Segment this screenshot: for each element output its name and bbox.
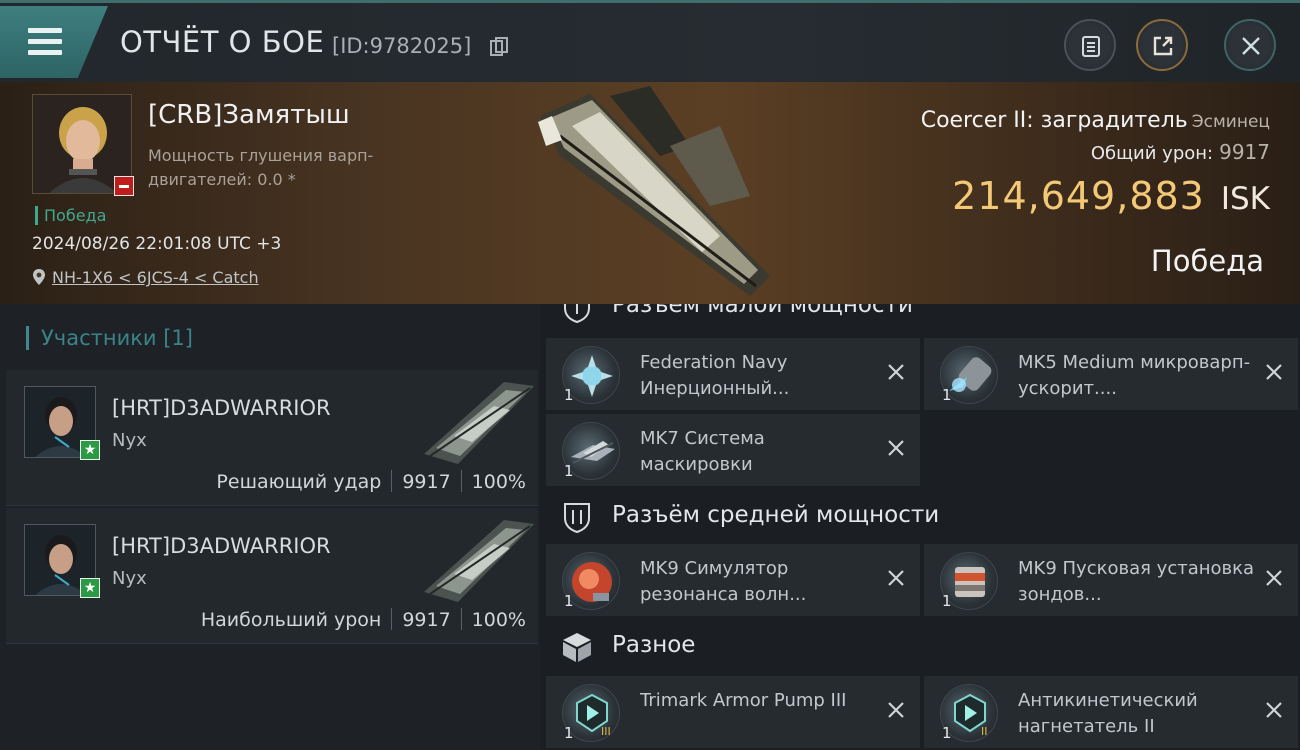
- participant-ship-image: [424, 520, 534, 602]
- report-button[interactable]: [1064, 19, 1116, 71]
- module-name: Federation Navy Инерционный...: [640, 352, 790, 399]
- section-title: Разъём средней мощности: [612, 502, 940, 528]
- mid-slot-icon: [564, 503, 590, 534]
- hamburger-icon: [28, 28, 62, 33]
- module-item[interactable]: III 1 Trimark Armor Pump III: [546, 676, 920, 748]
- result-tag: Победа: [35, 206, 106, 225]
- star-badge: ★: [80, 578, 100, 598]
- module-item[interactable]: 1 Federation Navy Инерционный...: [546, 338, 920, 410]
- kill-location[interactable]: NH-1X6 < 6JCS-4 < Catch: [32, 268, 259, 287]
- menu-button[interactable]: [0, 6, 108, 78]
- participant-name[interactable]: [HRT]D3ADWARRIOR: [112, 396, 331, 420]
- module-item[interactable]: 1 MK9 Симулятор резонанса волн...: [546, 544, 920, 616]
- participant-percent: 100%: [471, 609, 526, 631]
- svg-text:II: II: [981, 725, 988, 738]
- fitting-panel[interactable]: Разъем малой мощности 1 Federation Navy …: [540, 304, 1300, 750]
- participants-header: Участники [1]: [26, 326, 193, 350]
- participant-row[interactable]: ★ [HRT]D3ADWARRIOR Nyx Наибольший урон 99…: [6, 508, 538, 644]
- cargo-box-icon: [563, 633, 591, 662]
- participant-damage: 9917: [402, 471, 451, 493]
- destroyed-x-icon: [1266, 702, 1282, 718]
- location-link[interactable]: NH-1X6 < 6JCS-4 < Catch: [52, 268, 259, 287]
- module-quantity: 1: [942, 386, 952, 404]
- participant-role: Решающий удар: [216, 471, 382, 493]
- isk-value: 214,649,883: [952, 174, 1205, 218]
- destroyed-x-icon: [888, 440, 904, 456]
- section-title: Разъем малой мощности: [612, 304, 913, 318]
- low-slot-icon: [564, 304, 590, 324]
- module-quantity: 1: [942, 592, 952, 610]
- participant-row[interactable]: ★ [HRT]D3ADWARRIOR Nyx Решающий удар 9917…: [6, 370, 538, 506]
- module-name: MK7 Система маскировки: [640, 428, 765, 475]
- module-item[interactable]: 1 MK7 Система маскировки: [546, 414, 920, 486]
- module-name: MK9 Симулятор резонанса волн...: [640, 558, 807, 605]
- module-item[interactable]: II 1 Антикинетический нагнетатель II: [924, 676, 1298, 748]
- battle-result: Победа: [1150, 244, 1264, 278]
- total-damage-value: 9917: [1219, 140, 1270, 164]
- svg-text:III: III: [601, 725, 611, 738]
- ship-name[interactable]: Coercer II: заградитель: [921, 108, 1188, 133]
- module-name: Антикинетический нагнетатель II: [1018, 690, 1198, 737]
- copy-icon[interactable]: [490, 37, 508, 57]
- section-title: Разное: [612, 632, 696, 658]
- participant-percent: 100%: [471, 471, 526, 493]
- isk-unit: ISK: [1220, 181, 1270, 217]
- ship-class: Эсминец: [1191, 112, 1270, 132]
- close-button[interactable]: [1224, 19, 1276, 71]
- victim-name[interactable]: [CRB]Замятыш: [148, 100, 350, 130]
- module-item[interactable]: 1 MK5 Medium микроварп-ускорит....: [924, 338, 1298, 410]
- module-item[interactable]: 1 MK9 Пусковая установка зондов...: [924, 544, 1298, 616]
- total-damage-label: Общий урон:: [1090, 143, 1214, 164]
- star-badge: ★: [80, 440, 100, 460]
- module-quantity: 1: [564, 724, 574, 742]
- module-name: MK5 Medium микроварп-ускорит....: [1018, 352, 1251, 399]
- module-quantity: 1: [564, 462, 574, 480]
- destroyed-x-icon: [888, 702, 904, 718]
- module-quantity: 1: [942, 724, 952, 742]
- share-icon: [1153, 36, 1173, 56]
- warp-scramble-label: Мощность глушения варп-двигателей: 0.0 *: [148, 146, 374, 189]
- share-button[interactable]: [1136, 19, 1188, 71]
- kill-summary: [CRB]Замятыш Мощность глушения варп-двиг…: [0, 82, 1300, 304]
- page-title: ОТЧЁТ О БОЕ: [120, 25, 325, 59]
- clipboard-icon: [1082, 36, 1100, 57]
- module-quantity: 1: [564, 592, 574, 610]
- module-name: Trimark Armor Pump III: [640, 690, 847, 711]
- top-bar: ОТЧЁТ О БОЕ [ID:9782025]: [0, 0, 1300, 82]
- participant-ship-image: [424, 382, 534, 464]
- close-icon: [1242, 37, 1260, 55]
- loss-badge: [114, 176, 134, 196]
- location-pin-icon: [33, 269, 45, 285]
- module-quantity: 1: [564, 386, 574, 404]
- participant-ship: Nyx: [112, 430, 147, 451]
- kill-datetime: 2024/08/26 22:01:08 UTC +3: [32, 234, 282, 254]
- participants-panel: Участники [1] ★ [HRT]D3ADWARRIOR Nyx Реш…: [0, 304, 540, 750]
- destroyed-x-icon: [888, 364, 904, 380]
- report-id: [ID:9782025]: [332, 34, 472, 58]
- participant-role: Наибольший урон: [200, 609, 382, 631]
- participant-ship: Nyx: [112, 568, 147, 589]
- participant-name[interactable]: [HRT]D3ADWARRIOR: [112, 534, 331, 558]
- destroyed-x-icon: [888, 570, 904, 586]
- participant-damage: 9917: [402, 609, 451, 631]
- module-name: MK9 Пусковая установка зондов...: [1018, 558, 1255, 605]
- destroyed-x-icon: [1266, 570, 1282, 586]
- destroyed-x-icon: [1266, 364, 1282, 380]
- ship-image: [538, 86, 770, 296]
